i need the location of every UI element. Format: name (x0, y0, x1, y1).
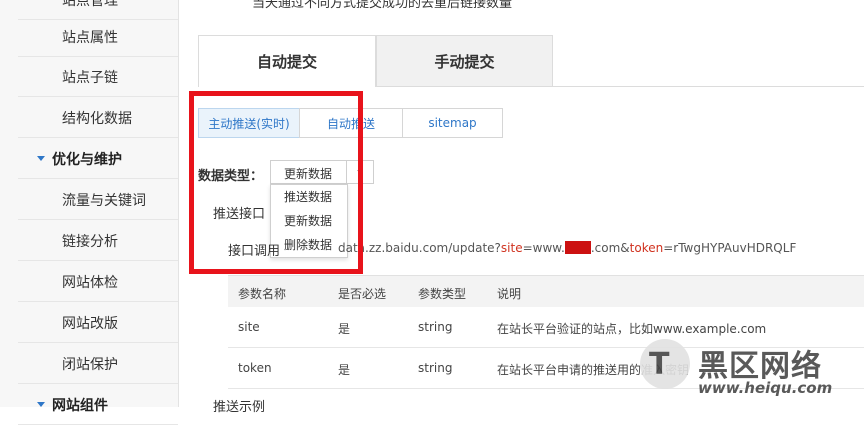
tab-manual-submit[interactable]: 手动提交 (376, 35, 553, 87)
table-cell: string (418, 361, 453, 375)
dropdown-toggle[interactable] (346, 161, 373, 183)
sidebar-item-label: 结构化数据 (62, 110, 132, 127)
table-cell: 是 (338, 363, 351, 377)
sidebar-item-site-revision[interactable]: 网站改版 (18, 303, 178, 343)
dropdown-option-push[interactable]: 推送数据 (271, 185, 347, 209)
api-url-prefix: data.zz.baidu.com/update? (338, 241, 501, 255)
watermark-logo-icon: T (640, 339, 690, 389)
sidebar-item-label: 站点属性 (62, 29, 118, 46)
sidebar-item-site-check[interactable]: 网站体检 (18, 262, 178, 302)
push-api-label: 推送接口 (213, 207, 266, 222)
api-call-label: 接口调用 (228, 244, 281, 259)
subtab-active-push[interactable]: 主动推送(实时) (198, 108, 300, 138)
table-header-cell: 参数类型 (418, 287, 467, 301)
sidebar-item-site-properties[interactable]: 站点属性 (18, 17, 178, 57)
dropdown-option-update[interactable]: 更新数据 (271, 209, 347, 233)
sidebar-item-traffic-keywords[interactable]: 流量与关键词 (18, 180, 178, 220)
api-url: data.zz.baidu.com/update?site=www. .com&t… (338, 241, 796, 255)
tab-divider (376, 86, 864, 87)
sidebar-item-label: 闭站保护 (62, 356, 118, 373)
chevron-down-icon (357, 170, 363, 174)
table-cell: 是 (338, 322, 351, 336)
api-url-eq: =www. (522, 241, 565, 255)
sidebar: 站点管理 站点属性 站点子链 结构化数据 优化与维护 流量与关键词 链接分析 网… (0, 0, 179, 425)
sidebar-item-label: 链接分析 (62, 233, 118, 250)
sidebar-section-optimization[interactable]: 优化与维护 (18, 139, 178, 179)
subtab-auto-push[interactable]: 自动推送 (299, 108, 403, 138)
caret-down-icon (37, 156, 45, 161)
table-cell: site (238, 320, 260, 334)
data-type-label: 数据类型： (198, 169, 264, 184)
table-header-cell: 参数名称 (238, 287, 287, 301)
api-url-site-key: site (500, 241, 523, 255)
sidebar-item-label: 流量与关键词 (62, 192, 146, 209)
sidebar-item-label: 网站改版 (62, 315, 118, 332)
table-header-cell: 是否必选 (338, 287, 387, 301)
subtab-sitemap[interactable]: sitemap (402, 108, 503, 138)
caret-down-icon (37, 402, 45, 407)
data-type-selected-value: 更新数据 (284, 167, 333, 181)
table-header-cell: 说明 (497, 287, 522, 301)
sidebar-item-label: 站点子链 (62, 69, 118, 86)
params-table-header: 参数名称 是否必选 参数类型 说明 (228, 275, 864, 309)
table-cell: token (238, 361, 272, 375)
tab-auto-submit[interactable]: 自动提交 (198, 35, 376, 87)
api-url-token-value: =rTwgHYPAuvHDRQLF (663, 241, 797, 255)
sidebar-item-sitelinks[interactable]: 站点子链 (18, 57, 178, 97)
sidebar-item-structured-data[interactable]: 结构化数据 (18, 98, 178, 138)
table-cell: string (418, 320, 453, 334)
push-example-label: 推送示例 (213, 400, 266, 415)
redacted-mask (564, 241, 591, 254)
watermark: T 黑区网络 www.heiqu.com (640, 337, 864, 407)
dropdown-option-delete[interactable]: 删除数据 (271, 233, 347, 257)
sidebar-section-label: 网站组件 (52, 397, 108, 414)
table-cell: 在站长平台验证的站点，比如www.example.com (497, 322, 767, 336)
top-note: 当天通过不同方式提交成功的去重后链接数量 (252, 0, 513, 11)
sidebar-item-site-close-protection[interactable]: 闭站保护 (18, 344, 178, 384)
sidebar-item-link-analysis[interactable]: 链接分析 (18, 221, 178, 261)
data-type-dropdown: 推送数据 更新数据 删除数据 (270, 184, 348, 258)
watermark-url: www.heiqu.com (698, 379, 833, 397)
api-url-token-key: token (629, 241, 664, 255)
api-url-mid: .com& (590, 241, 630, 255)
sidebar-item-label: 站点管理 (62, 0, 118, 9)
sidebar-section-label: 优化与维护 (52, 151, 122, 168)
data-type-select[interactable]: 更新数据 (270, 160, 374, 184)
sidebar-item-label: 网站体检 (62, 274, 118, 291)
sidebar-section-components[interactable]: 网站组件 (18, 385, 178, 425)
